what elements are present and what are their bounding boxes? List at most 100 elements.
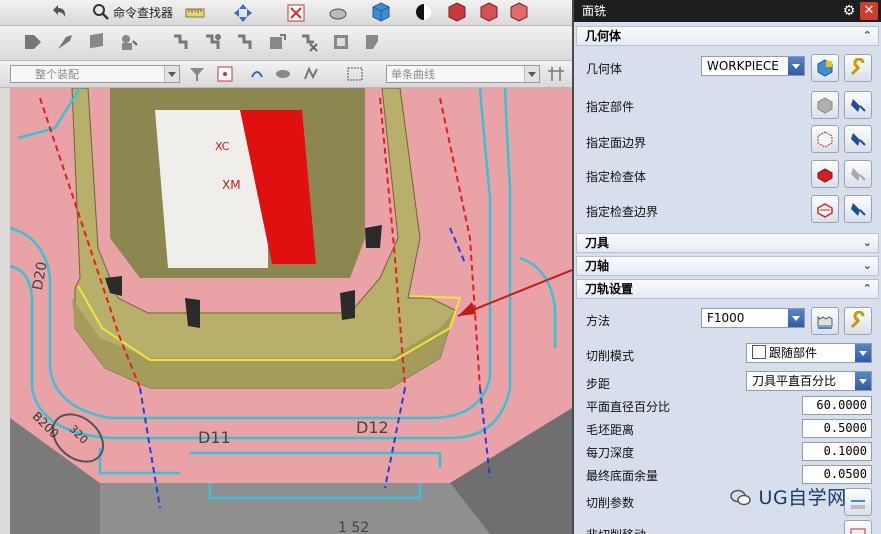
verify-icon[interactable] (266, 31, 288, 53)
close-icon[interactable]: ✕ (860, 2, 878, 20)
chevron-down-icon[interactable] (855, 344, 871, 362)
ruler-icon[interactable] (184, 2, 206, 24)
section-tool-label: 刀具 (585, 236, 610, 250)
select-face-icon[interactable] (272, 63, 294, 85)
section-tool-axis[interactable]: 刀轴 ⌄ (576, 256, 879, 276)
move-icon[interactable] (232, 2, 254, 24)
post-icon[interactable] (330, 31, 352, 53)
select-check-boundary-button[interactable] (811, 195, 839, 223)
section-tool[interactable]: 刀具 ⌄ (576, 233, 879, 253)
watermark: UG自学网 (730, 483, 847, 510)
red-cube-icon[interactable] (446, 1, 468, 23)
chevron-up-icon[interactable]: ⌃ (863, 27, 872, 45)
select-scope-value: 整个装配 (35, 68, 79, 81)
geometry-label: 几何体 (586, 62, 623, 76)
chevron-down-icon[interactable] (524, 66, 539, 82)
select-curve-icon[interactable] (300, 63, 322, 85)
toolbar-operations (0, 26, 572, 61)
create-method-icon[interactable] (118, 31, 140, 53)
non-cutting-moves-button[interactable] (844, 520, 872, 534)
show-check-boundary-button[interactable] (844, 195, 872, 223)
follow-part-icon (752, 345, 766, 359)
cutting-params-label: 切削参数 (586, 496, 635, 510)
create-geometry-icon[interactable] (86, 31, 108, 53)
watermark-text: UG自学网 (758, 487, 847, 509)
graphics-viewport[interactable]: 命令查找器 整个装配 单条曲线 XC XM D20 D11 D12 B200 3… (0, 0, 572, 534)
axis-label-xm: XM (222, 178, 241, 192)
select-face-boundary-button[interactable] (811, 125, 839, 153)
replay-icon[interactable] (202, 31, 224, 53)
selection-bar: 整个装配 单条曲线 (0, 61, 572, 88)
show-part-button[interactable] (844, 91, 872, 119)
chevron-down-icon[interactable] (855, 372, 871, 390)
depth-per-cut-input[interactable]: 0.1000 (802, 442, 872, 461)
undo-icon[interactable] (48, 1, 70, 23)
select-check-body-button[interactable] (811, 160, 839, 188)
section-tool-axis-label: 刀轴 (585, 259, 610, 273)
chevron-down-icon[interactable]: ⌄ (863, 257, 872, 275)
snap-icon[interactable] (285, 2, 307, 24)
gear-icon[interactable]: ⚙ (841, 3, 857, 19)
cut-pattern-select[interactable]: 跟随部件 (746, 343, 872, 363)
depth-per-cut-label: 每刀深度 (586, 446, 635, 460)
edit-method-button[interactable] (844, 307, 872, 335)
cutting-params-button[interactable] (844, 488, 872, 516)
show-face-boundary-button[interactable] (844, 125, 872, 153)
red-cube-2-icon[interactable] (478, 1, 500, 23)
list-path-icon[interactable] (234, 31, 256, 53)
specify-check-boundary-label: 指定检查边界 (586, 205, 659, 219)
model-canvas[interactable]: XC XM D20 D11 D12 B200 320 1 52 (9, 87, 572, 534)
new-geometry-button[interactable] (811, 54, 839, 82)
rectangle-select-icon[interactable] (344, 63, 366, 85)
show-check-body-button[interactable] (844, 160, 872, 188)
select-scope-combo[interactable]: 整个装配 (10, 65, 180, 83)
chevron-down-icon[interactable]: ⌄ (863, 234, 872, 252)
dialog-title: 面铣 (582, 4, 607, 18)
view-orient-icon[interactable] (413, 1, 435, 23)
toolbar-standard: 命令查找器 (0, 0, 572, 26)
select-arrow-icon[interactable] (246, 63, 268, 85)
final-floor-stock-input[interactable]: 0.0500 (802, 465, 872, 484)
section-path-settings-label: 刀轨设置 (585, 282, 634, 296)
delete-path-icon[interactable] (298, 31, 320, 53)
section-geometry[interactable]: 几何体 ⌃ (576, 26, 879, 46)
curve-rule-combo[interactable]: 单条曲线 (386, 65, 540, 83)
curve-rule-value: 单条曲线 (391, 68, 435, 81)
create-tool-icon[interactable] (54, 31, 76, 53)
stepover-select[interactable]: 刀具平直百分比 (746, 371, 872, 391)
non-cutting-moves-label: 非切削移动 (586, 526, 646, 534)
chevron-down-icon[interactable] (164, 66, 179, 82)
blank-distance-input[interactable]: 0.5000 (802, 419, 872, 438)
snap-point-icon[interactable] (214, 63, 236, 85)
dim-label-d11: D11 (198, 428, 231, 447)
command-finder-icon[interactable] (90, 1, 112, 23)
method-select-value: F1000 (707, 311, 745, 325)
chevron-down-icon[interactable] (788, 309, 804, 327)
final-floor-stock-label: 最终底面余量 (586, 469, 659, 483)
method-select[interactable]: F1000 (701, 308, 805, 328)
section-path-settings[interactable]: 刀轨设置 ⌃ (576, 279, 879, 299)
wire-icon[interactable] (327, 2, 349, 24)
stop-at-intersection-icon[interactable] (546, 63, 568, 85)
axis-label-xc: XC (215, 140, 230, 153)
blank-distance-label: 毛坯距离 (586, 423, 635, 437)
section-geometry-label: 几何体 (585, 29, 622, 43)
geometry-select[interactable]: WORKPIECE (701, 56, 805, 76)
command-finder-label[interactable]: 命令查找器 (113, 4, 173, 21)
chevron-down-icon[interactable] (788, 57, 804, 75)
filter-icon[interactable] (186, 63, 208, 85)
cut-pattern-label: 切削模式 (586, 349, 635, 363)
gen-path-icon[interactable] (170, 31, 192, 53)
red-cube-3-icon[interactable] (508, 1, 530, 23)
new-method-button[interactable] (811, 307, 839, 335)
select-part-button[interactable] (811, 91, 839, 119)
percent-diameter-label: 平面直径百分比 (586, 400, 671, 414)
edit-geometry-button[interactable] (844, 54, 872, 82)
geometry-select-value: WORKPIECE (707, 59, 779, 73)
dialog-titlebar[interactable]: 面铣 ⚙ ✕ (574, 0, 881, 22)
shop-doc-icon[interactable] (362, 31, 384, 53)
create-operation-icon[interactable] (22, 31, 44, 53)
shaded-cube-icon[interactable] (370, 1, 392, 23)
chevron-up-icon[interactable]: ⌃ (863, 280, 872, 298)
percent-diameter-input[interactable]: 60.0000 (802, 396, 872, 415)
